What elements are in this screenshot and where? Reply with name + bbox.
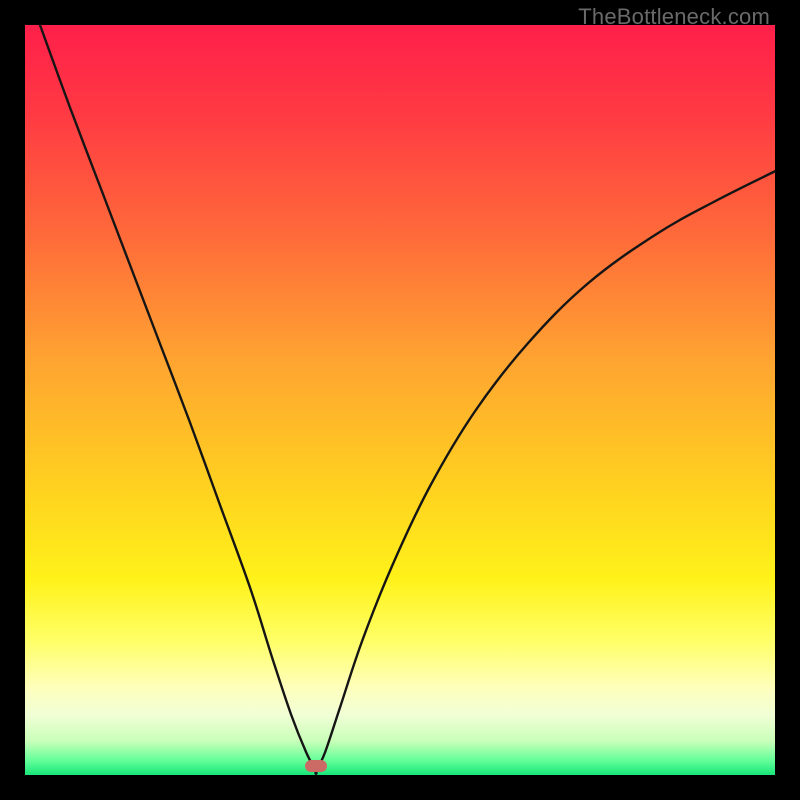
bottleneck-curve — [25, 25, 775, 775]
optimal-point-marker — [305, 760, 327, 772]
plot-frame — [25, 25, 775, 775]
